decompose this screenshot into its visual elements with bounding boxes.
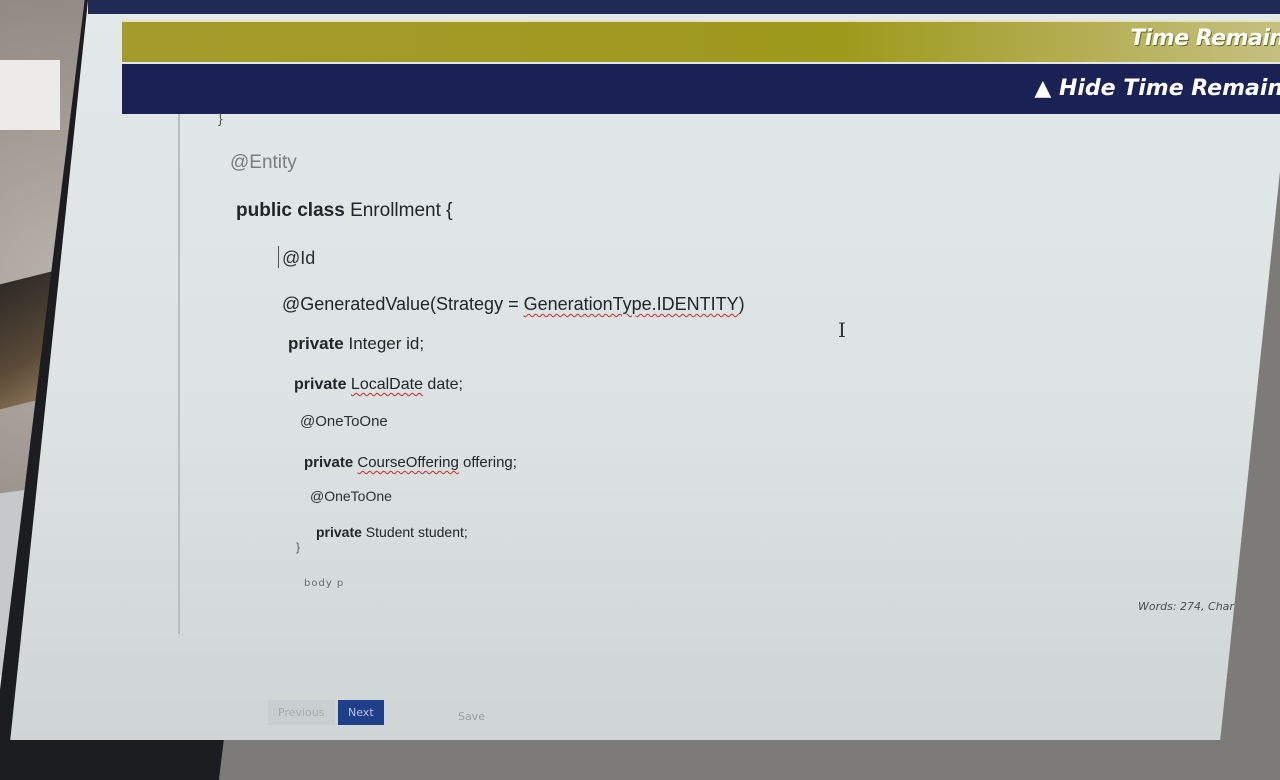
element-path: body p [304, 578, 345, 589]
browser-top-strip [88, 0, 1280, 14]
code-line-generatedvalue: @GeneratedValue(Strategy = GenerationTyp… [282, 294, 745, 314]
time-remaining-bar: Time Remaining [122, 20, 1280, 62]
code-line-id-annotation: @Id [278, 246, 315, 269]
class-name: Enrollment { [350, 200, 453, 221]
closing-brace: } [296, 540, 301, 554]
answer-editor[interactable]: } @Entity public class Enrollment { @Id … [178, 110, 1280, 654]
editor-left-border [178, 114, 180, 634]
code-line-onetoone-2: @OneToOne [310, 488, 392, 504]
prev-brace: } [218, 110, 223, 126]
keyword-public: public [236, 200, 292, 221]
spellcheck-underlined-text: CourseOffering [357, 454, 459, 471]
code-line-student-field: private Student student; [316, 524, 468, 540]
code-line-onetoone-1: @OneToOne [300, 413, 388, 430]
spellcheck-underlined-text: GenerationType.IDENTITY [523, 294, 739, 314]
next-button[interactable]: Next [338, 700, 384, 725]
code-line-date-field: private LocalDate date; [294, 376, 463, 393]
hide-time-remaining-bar[interactable]: ▲ Hide Time Remaining [122, 64, 1280, 114]
paper-scrap [0, 60, 60, 130]
time-remaining-title: Time Remaining [1130, 26, 1280, 51]
laptop-screen: Time Remaining ▲ Hide Time Remaining } @… [10, 0, 1280, 740]
mouse-ibeam-cursor: I [838, 318, 846, 342]
previous-button[interactable]: Previous [268, 700, 335, 725]
word-count: Words: 274, Charac [1138, 600, 1247, 613]
hide-time-remaining-button[interactable]: ▲ Hide Time Remaining [1034, 76, 1280, 101]
code-line-offering-field: private CourseOffering offering; [304, 454, 517, 471]
code-line-id-field: private Integer id; [288, 334, 425, 353]
save-button[interactable]: Save [448, 704, 495, 729]
code-line-entity: @Entity [230, 152, 297, 173]
code-line-class: public class Enrollment { [236, 200, 453, 222]
keyword-class: class [297, 200, 345, 221]
text-caret [278, 246, 279, 268]
spellcheck-underlined-text: LocalDate [350, 376, 423, 393]
